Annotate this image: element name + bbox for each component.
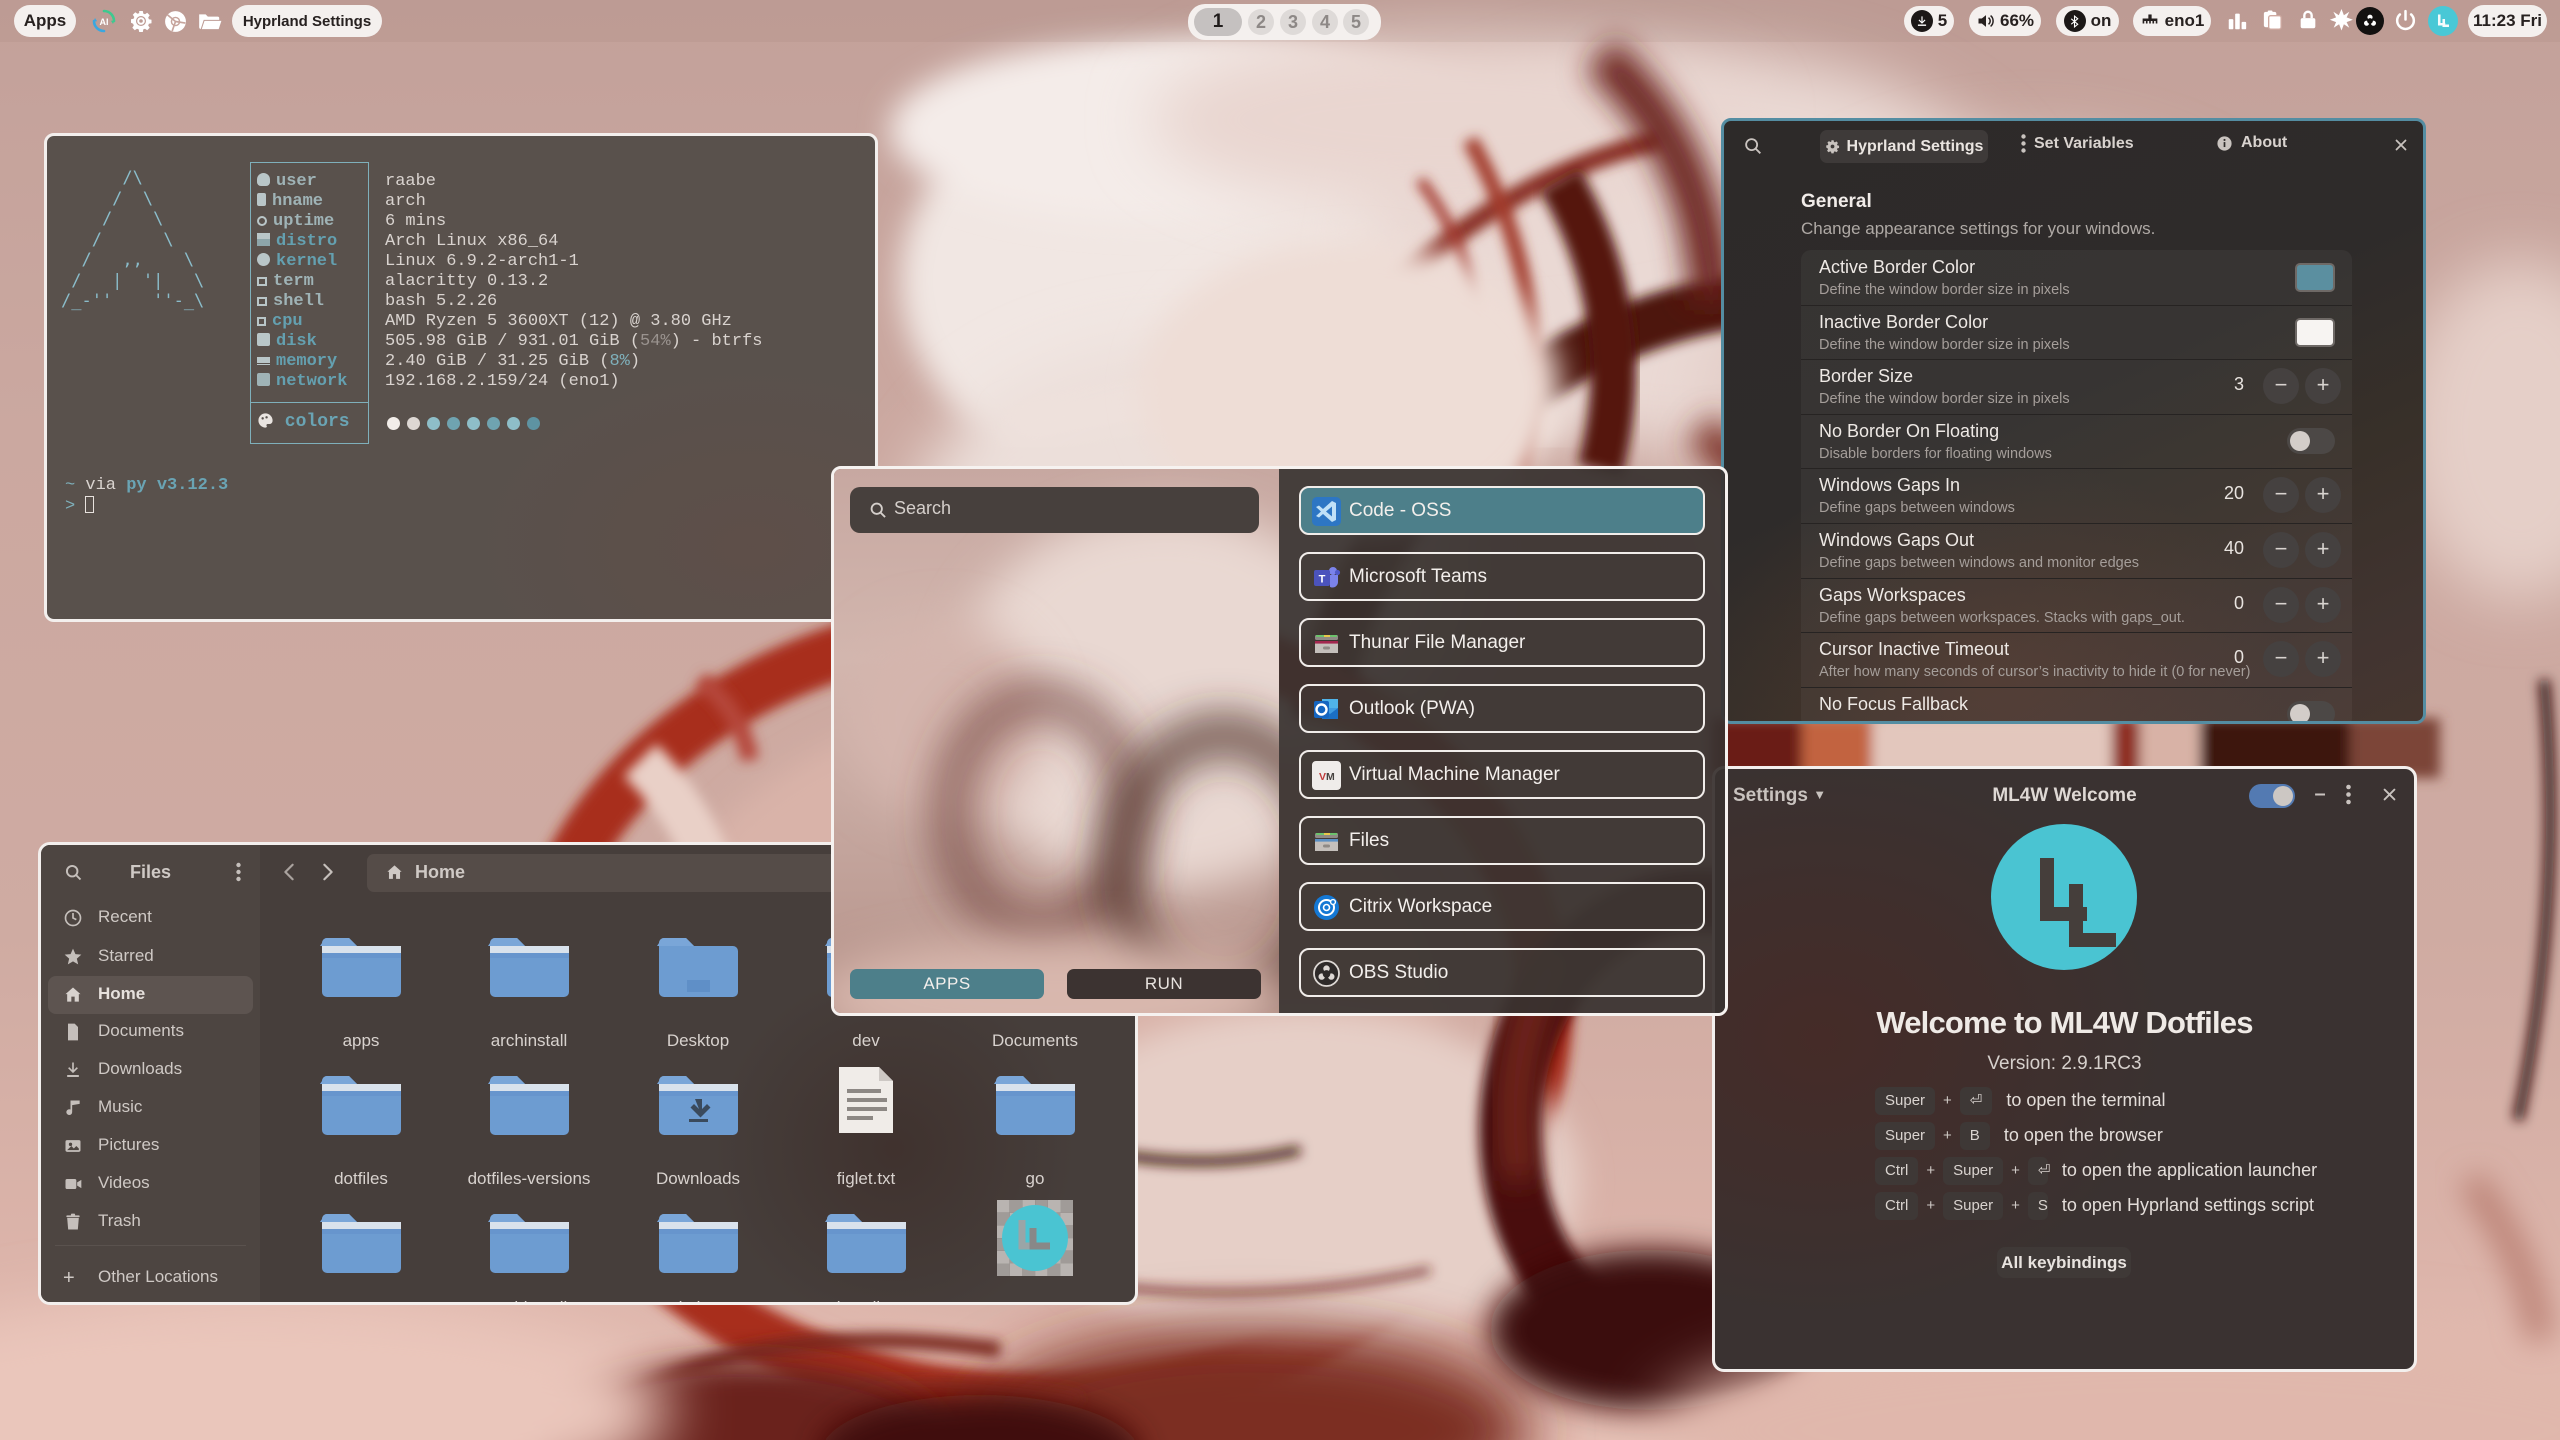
svg-text:V: V (1319, 771, 1326, 783)
svg-text:T: T (1319, 574, 1326, 586)
svg-text:M: M (1326, 771, 1335, 783)
svg-text:AI: AI (100, 17, 109, 27)
